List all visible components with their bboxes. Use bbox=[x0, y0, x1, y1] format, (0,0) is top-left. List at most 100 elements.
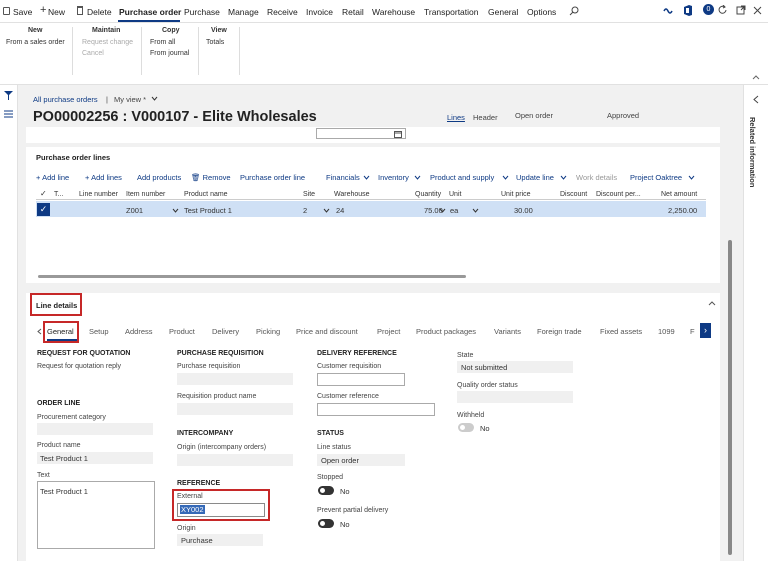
prevent-partial-delivery-toggle[interactable] bbox=[318, 519, 334, 528]
chevron-down-icon[interactable] bbox=[323, 208, 330, 213]
tab-foreign-trade[interactable]: Foreign trade bbox=[537, 327, 582, 336]
add-line-button[interactable]: + Add line bbox=[36, 173, 69, 182]
delete-button[interactable]: Delete bbox=[87, 7, 112, 17]
tab-general[interactable]: General bbox=[488, 7, 518, 17]
col-discount-percent: Discount per... bbox=[596, 191, 641, 198]
filter-icon[interactable] bbox=[4, 91, 13, 100]
tab-manage[interactable]: Manage bbox=[228, 7, 259, 17]
tab-1099[interactable]: 1099 bbox=[658, 327, 675, 336]
stopped-toggle[interactable] bbox=[318, 486, 334, 495]
cell-net-amount[interactable]: 2,250.00 bbox=[668, 206, 697, 215]
add-lines-button[interactable]: + Add lines bbox=[85, 173, 122, 182]
cell-quantity[interactable]: 75.00 bbox=[424, 206, 443, 215]
save-button[interactable]: Save bbox=[13, 7, 32, 17]
chevron-right-icon[interactable]: › bbox=[700, 323, 711, 338]
cell-unit-price[interactable]: 30.00 bbox=[514, 206, 533, 215]
copy-from-journal-button[interactable]: From journal bbox=[150, 50, 189, 57]
tab-project[interactable]: Project bbox=[377, 327, 400, 336]
link-icon[interactable] bbox=[663, 7, 673, 15]
ribbon-divider bbox=[239, 27, 240, 75]
related-information-label: Related information bbox=[748, 117, 757, 188]
tab-retail[interactable]: Retail bbox=[342, 7, 364, 17]
tab-receive[interactable]: Receive bbox=[267, 7, 298, 17]
tab-purchase-order[interactable]: Purchase order bbox=[119, 7, 181, 17]
product-name-value: Test Product 1 bbox=[40, 454, 88, 463]
cancel-button[interactable]: Cancel bbox=[82, 50, 104, 57]
product-and-supply-menu[interactable]: Product and supply bbox=[430, 173, 494, 182]
office-icon[interactable] bbox=[683, 5, 693, 16]
chevron-down-icon bbox=[502, 175, 509, 180]
cell-unit[interactable]: ea bbox=[450, 206, 458, 215]
view-selector[interactable]: My view * bbox=[114, 95, 146, 104]
refresh-icon[interactable] bbox=[718, 5, 728, 15]
tab-transportation[interactable]: Transportation bbox=[424, 7, 479, 17]
tab-overflow[interactable]: F bbox=[690, 327, 695, 336]
origin-intercompany-field[interactable] bbox=[177, 454, 293, 466]
add-products-button[interactable]: Add products bbox=[137, 173, 181, 182]
procurement-category-field[interactable] bbox=[37, 423, 153, 435]
work-details-button[interactable]: Work details bbox=[576, 173, 617, 182]
tab-delivery[interactable]: Delivery bbox=[212, 327, 239, 336]
row-checkbox[interactable]: ✓ bbox=[37, 203, 50, 216]
purchase-requisition-field[interactable] bbox=[177, 373, 293, 385]
list-icon[interactable] bbox=[4, 110, 13, 118]
update-line-menu[interactable]: Update line bbox=[516, 173, 554, 182]
tab-price-and-discount[interactable]: Price and discount bbox=[296, 327, 358, 336]
lines-toggle[interactable]: Lines bbox=[447, 113, 465, 122]
tab-product[interactable]: Product bbox=[169, 327, 195, 336]
purchase-requisition-label: Purchase requisition bbox=[177, 363, 241, 370]
collapse-ribbon-icon[interactable] bbox=[752, 75, 760, 80]
intercompany-heading: INTERCOMPANY bbox=[177, 430, 234, 437]
search-icon[interactable] bbox=[569, 6, 579, 16]
chevron-up-icon[interactable] bbox=[708, 301, 716, 306]
tab-setup[interactable]: Setup bbox=[89, 327, 109, 336]
close-icon[interactable] bbox=[753, 6, 762, 15]
header-toggle[interactable]: Header bbox=[473, 113, 498, 122]
requisition-product-name-field[interactable] bbox=[177, 403, 293, 415]
chevron-left-icon[interactable] bbox=[37, 328, 42, 335]
cell-site[interactable]: 2 bbox=[303, 206, 307, 215]
copy-from-all-button[interactable]: From all bbox=[150, 39, 175, 46]
chevron-down-icon[interactable] bbox=[172, 208, 179, 213]
breadcrumb-link[interactable]: All purchase orders bbox=[33, 95, 98, 104]
header-checkmark-icon[interactable]: ✓ bbox=[40, 189, 47, 198]
customer-requisition-input[interactable] bbox=[317, 373, 405, 386]
totals-button[interactable]: Totals bbox=[206, 39, 224, 46]
cell-product-name[interactable]: Test Product 1 bbox=[184, 206, 232, 215]
chevron-down-icon[interactable] bbox=[472, 208, 479, 213]
tab-address[interactable]: Address bbox=[125, 327, 153, 336]
date-field[interactable] bbox=[316, 128, 406, 139]
project-oaktree-menu[interactable]: Project Oaktree bbox=[630, 173, 682, 182]
horizontal-scrollbar[interactable] bbox=[38, 275, 466, 278]
plus-icon: + bbox=[40, 4, 47, 16]
chevron-down-icon[interactable] bbox=[151, 96, 158, 101]
notification-badge[interactable]: 0 bbox=[703, 4, 714, 15]
new-button[interactable]: New bbox=[48, 7, 65, 17]
tab-purchase[interactable]: Purchase bbox=[184, 7, 220, 17]
tab-fixed-assets[interactable]: Fixed assets bbox=[600, 327, 642, 336]
tab-variants[interactable]: Variants bbox=[494, 327, 521, 336]
rfq-heading: REQUEST FOR QUOTATION bbox=[37, 350, 131, 357]
customer-reference-input[interactable] bbox=[317, 403, 435, 416]
text-area-value: Test Product 1 bbox=[40, 487, 88, 496]
tab-picking[interactable]: Picking bbox=[256, 327, 280, 336]
tab-invoice[interactable]: Invoice bbox=[306, 7, 333, 17]
left-nav bbox=[0, 85, 18, 561]
tab-product-packages[interactable]: Product packages bbox=[416, 327, 476, 336]
calendar-icon[interactable] bbox=[394, 130, 402, 138]
chevron-left-icon[interactable] bbox=[753, 95, 759, 104]
stopped-label: Stopped bbox=[317, 474, 344, 481]
remove-button[interactable]: 🗑 Remove bbox=[191, 173, 231, 182]
cell-warehouse[interactable]: 24 bbox=[336, 206, 344, 215]
purchase-order-line-menu[interactable]: Purchase order line bbox=[240, 173, 305, 182]
tab-warehouse[interactable]: Warehouse bbox=[372, 7, 415, 17]
from-sales-order-button[interactable]: From a sales order bbox=[6, 39, 65, 46]
inventory-menu[interactable]: Inventory bbox=[378, 173, 409, 182]
tab-options[interactable]: Options bbox=[527, 7, 556, 17]
financials-menu[interactable]: Financials bbox=[326, 173, 360, 182]
cell-item-number[interactable]: Z001 bbox=[126, 206, 143, 215]
request-change-button[interactable]: Request change bbox=[82, 39, 133, 46]
col-site: Site bbox=[303, 191, 316, 198]
open-new-window-icon[interactable] bbox=[736, 5, 746, 15]
vertical-scrollbar[interactable] bbox=[728, 240, 732, 555]
